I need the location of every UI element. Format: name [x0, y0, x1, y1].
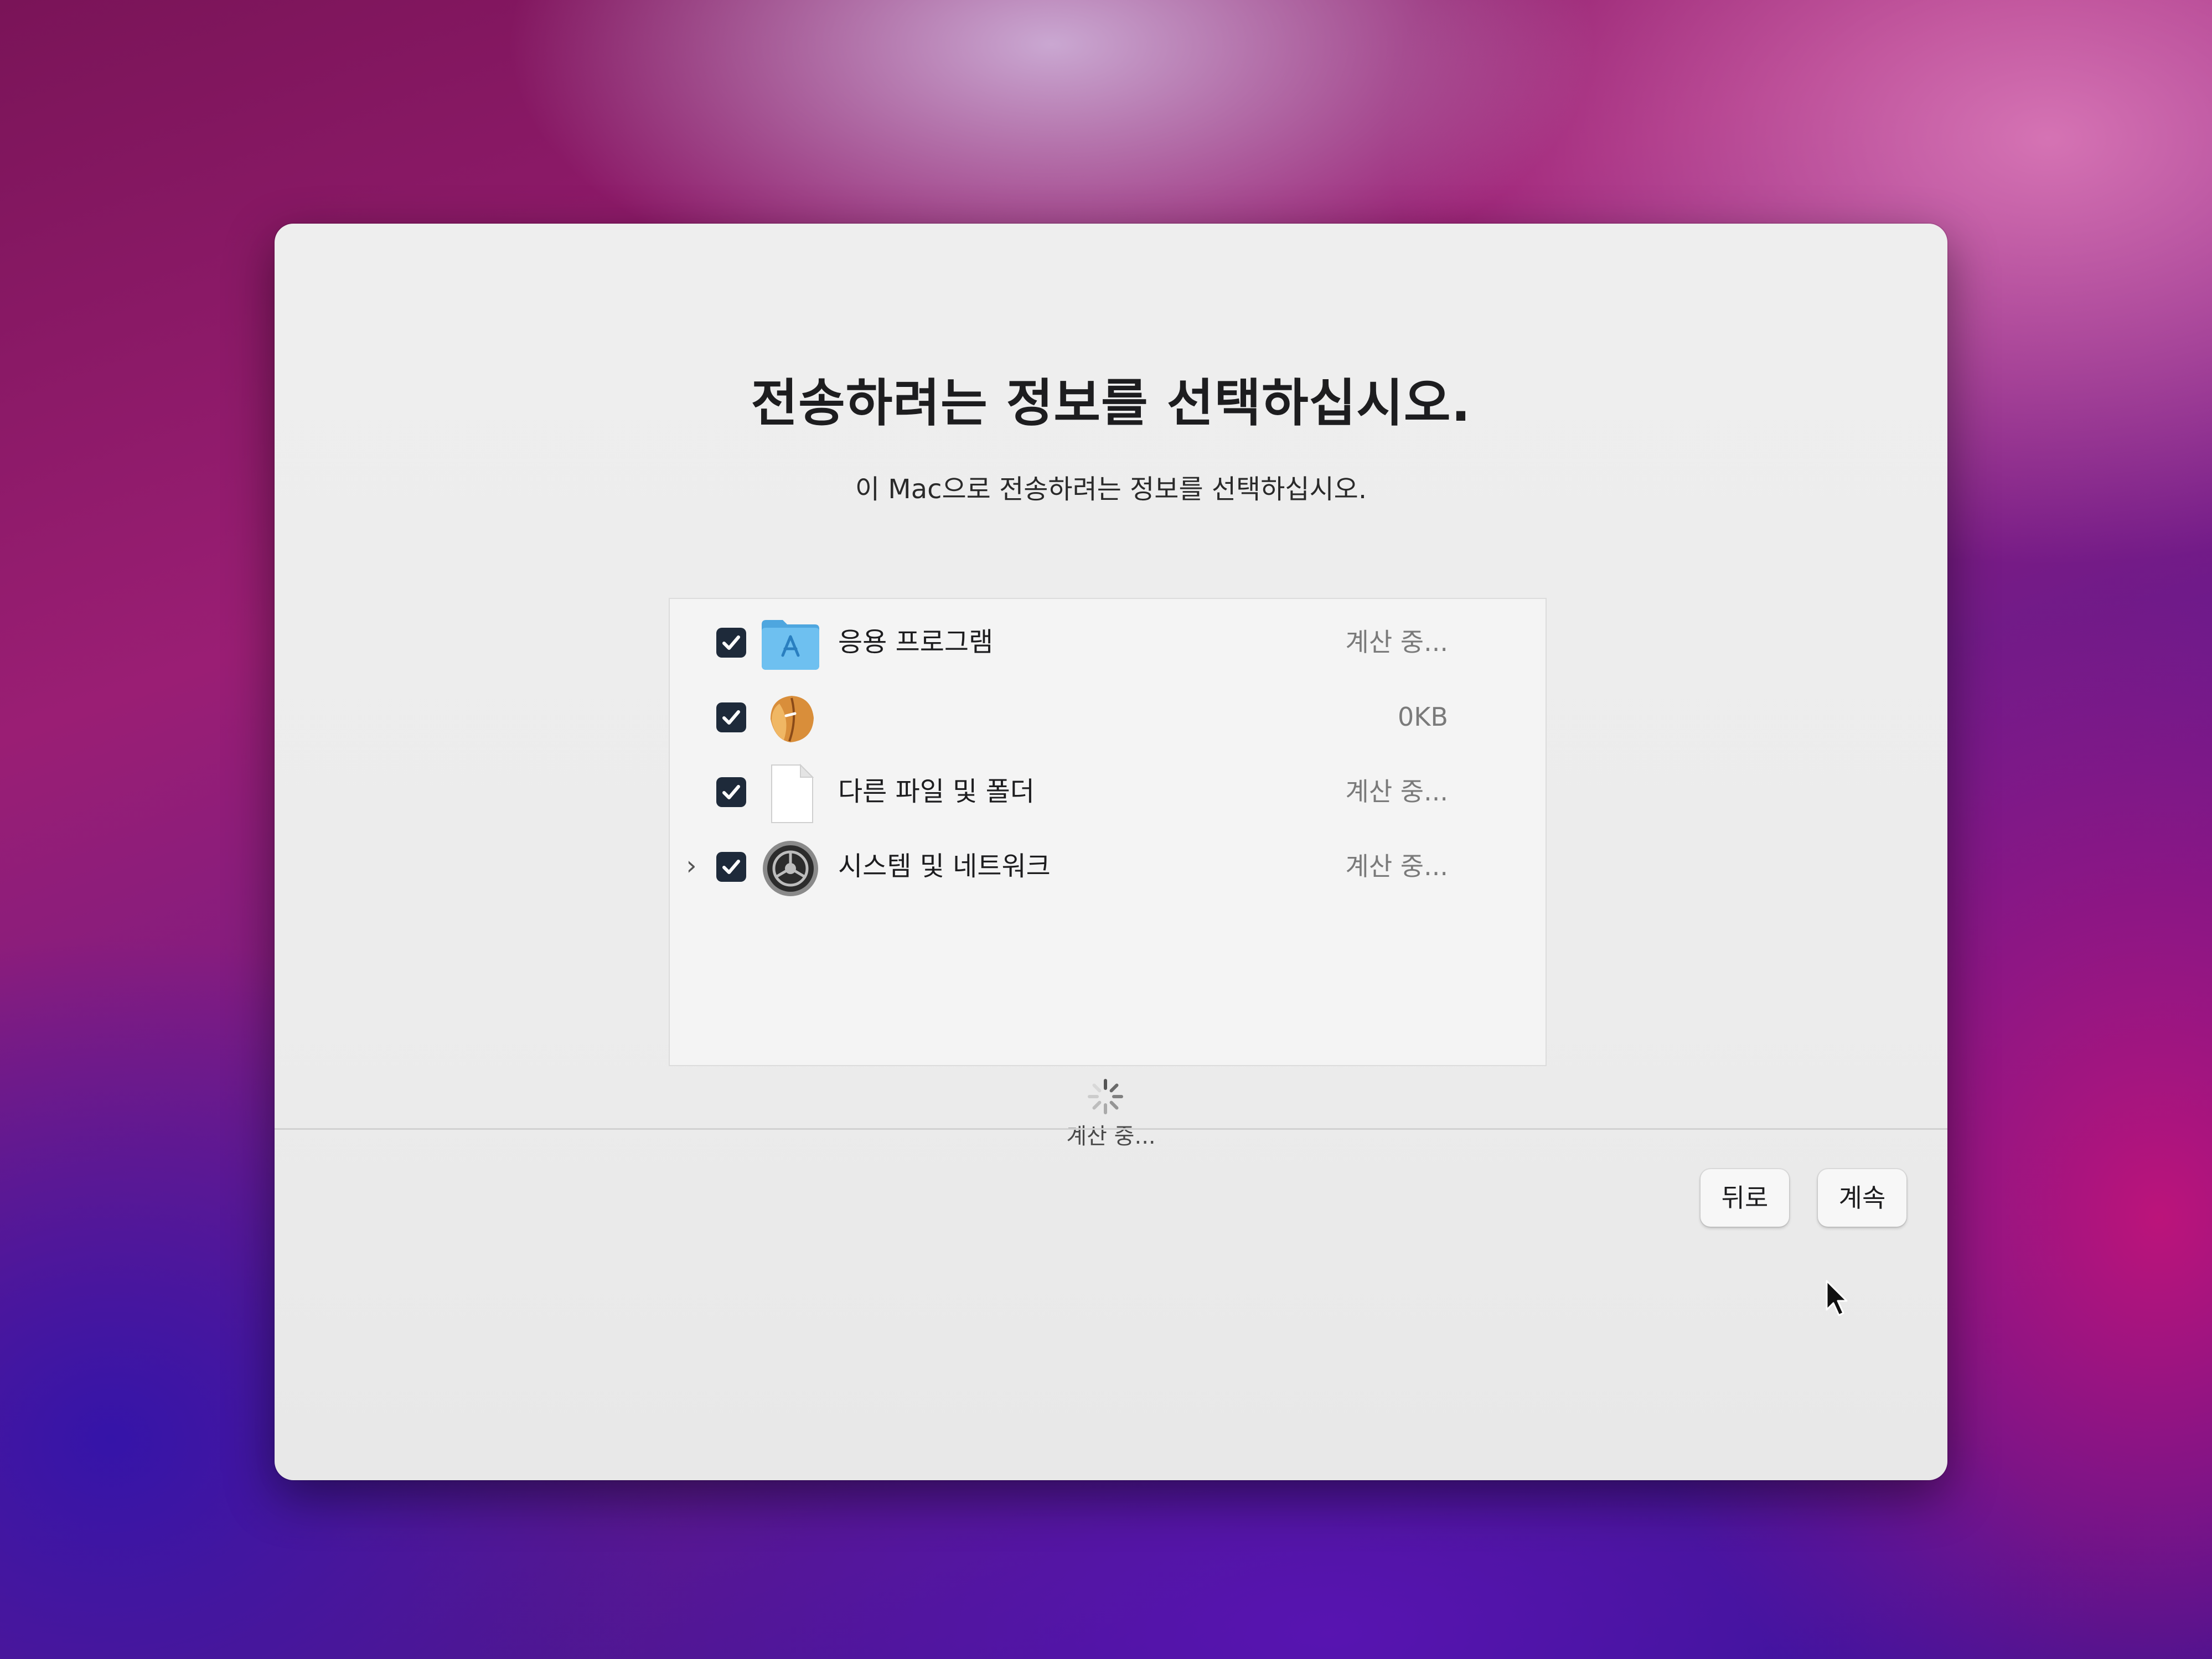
system-network-checkbox[interactable]	[716, 852, 746, 882]
fortune-cookie-size: 0KB	[1398, 702, 1448, 732]
applications-label: 응용 프로그램	[838, 627, 994, 658]
progress-spinner-icon	[1086, 1077, 1125, 1116]
applications-folder-icon	[758, 612, 823, 676]
other-files-checkbox[interactable]	[716, 777, 746, 807]
list-item-applications: 응용 프로그램 계산 중...	[670, 606, 1546, 680]
chevron-right-icon[interactable]: ›	[678, 852, 705, 880]
list-item-fortune-cookie: 0KB	[670, 680, 1546, 754]
other-files-label: 다른 파일 및 폴더	[838, 776, 1035, 807]
system-network-size: 계산 중...	[1345, 851, 1448, 881]
mouse-pointer-icon	[1825, 1279, 1851, 1319]
document-icon	[758, 762, 823, 826]
migration-assistant-window: 전송하려는 정보를 선택하십시오. 이 Mac으로 전송하려는 정보를 선택하십…	[275, 224, 1947, 1480]
page-title: 전송하려는 정보를 선택하십시오.	[751, 374, 1471, 433]
back-button[interactable]: 뒤로	[1701, 1169, 1789, 1227]
page-subtitle: 이 Mac으로 전송하려는 정보를 선택하십시오.	[855, 474, 1367, 505]
calculation-status: 계산 중...	[1066, 1124, 1156, 1149]
applications-checkbox[interactable]	[716, 628, 746, 658]
applications-size: 계산 중...	[1345, 627, 1448, 657]
footer-divider	[275, 1128, 1947, 1130]
list-item-other-files: 다른 파일 및 폴더 계산 중...	[670, 755, 1546, 829]
continue-button[interactable]: 계속	[1818, 1169, 1906, 1227]
other-files-size: 계산 중...	[1345, 777, 1448, 807]
transfer-items-list: 응용 프로그램 계산 중... 0KB 다른 파일 및 폴더 계산 중... ›…	[669, 598, 1547, 1066]
list-item-system-network: › 시스템 및 네트워크 계산 중...	[670, 830, 1546, 904]
fortune-cookie-checkbox[interactable]	[716, 702, 746, 732]
fortune-cookie-icon	[758, 687, 823, 751]
system-settings-icon	[758, 836, 823, 901]
system-network-label: 시스템 및 네트워크	[838, 851, 1051, 882]
